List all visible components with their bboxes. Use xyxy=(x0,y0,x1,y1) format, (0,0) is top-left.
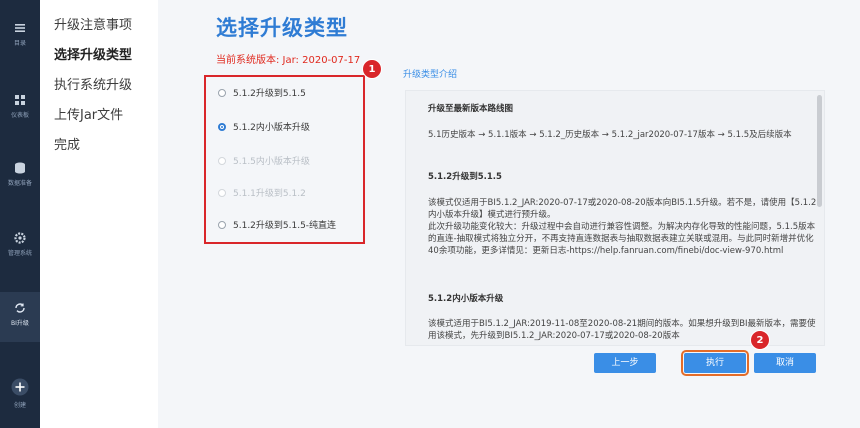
intro-heading: 升级至最新版本路线图 xyxy=(428,104,514,114)
radio-button[interactable] xyxy=(218,88,226,97)
step-notes[interactable]: 升级注意事项 xyxy=(54,14,132,33)
nav-item-dashboard[interactable]: 仪表板 xyxy=(0,92,40,132)
cancel-button[interactable]: 取消 xyxy=(754,353,816,373)
database-icon xyxy=(13,160,27,174)
plus-icon xyxy=(11,378,29,396)
option-515-minor: 5.1.5内小版本升级 xyxy=(218,154,310,167)
annotation-badge: 2 xyxy=(750,330,770,350)
nav-rail: 目录 仪表板 数据准备 管理系统 BI升级 创建 xyxy=(0,0,40,428)
previous-button[interactable]: 上一步 xyxy=(594,353,656,373)
nav-item-data-prep[interactable]: 数据准备 xyxy=(0,160,40,200)
execute-button[interactable]: 执行 xyxy=(681,350,749,376)
option-label: 5.1.2升级到5.1.5 xyxy=(233,89,306,99)
intro-heading: 5.1.2升级到5.1.5 xyxy=(428,172,502,182)
upgrade-type-options: 5.1.2升级到5.1.5 5.1.2内小版本升级 5.1.5内小版本升级 5.… xyxy=(204,75,365,244)
current-version: 当前系统版本: Jar: 2020-07-17 xyxy=(216,55,361,66)
dashboard-icon xyxy=(13,92,27,106)
nav-item-admin[interactable]: 管理系统 xyxy=(0,230,40,270)
radio-button[interactable] xyxy=(218,220,226,229)
nav-label: BI升级 xyxy=(11,320,29,327)
nav-item-bi-upgrade[interactable]: BI升级 xyxy=(0,292,40,342)
option-512-minor[interactable]: 5.1.2内小版本升级 xyxy=(218,120,310,133)
intro-heading: 5.1.2内小版本升级 xyxy=(428,294,504,304)
option-512-to-515[interactable]: 5.1.2升级到5.1.5 xyxy=(218,86,306,99)
page-title: 选择升级类型 xyxy=(216,16,348,40)
step-upload-jar[interactable]: 上传Jar文件 xyxy=(54,104,123,123)
intro-paragraph: 该模式仅适用于BI5.1.2_JAR:2020-07-17或2020-08-20… xyxy=(428,198,817,220)
annotation-badge: 1 xyxy=(362,59,382,79)
nav-item-create[interactable]: 创建 xyxy=(0,378,40,418)
step-done[interactable]: 完成 xyxy=(54,134,80,153)
step-select-type[interactable]: 选择升级类型 xyxy=(54,44,132,63)
nav-label: 数据准备 xyxy=(7,180,32,187)
nav-label: 目录 xyxy=(13,40,26,47)
app-window: 目录 仪表板 数据准备 管理系统 BI升级 创建 升级注意事项 选择升级类型 执… xyxy=(0,0,860,428)
upgrade-steps: 升级注意事项 选择升级类型 执行系统升级 上传Jar文件 完成 xyxy=(40,0,158,428)
upgrade-type-intro-link[interactable]: 升级类型介绍 xyxy=(403,67,457,80)
gear-icon xyxy=(13,230,27,244)
nav-label: 管理系统 xyxy=(7,250,32,257)
main-content: 选择升级类型 当前系统版本: Jar: 2020-07-17 升级类型介绍 5.… xyxy=(158,0,860,428)
menu-icon xyxy=(13,20,27,34)
nav-item-catalog[interactable]: 目录 xyxy=(0,20,40,60)
upgrade-icon xyxy=(13,300,27,314)
intro-paragraph: 此次升级功能变化较大：升级过程中会自动进行兼容性调整。为解决内存化导致的性能问题… xyxy=(428,222,816,256)
option-label: 5.1.2升级到5.1.5-纯直连 xyxy=(233,221,337,231)
radio-button[interactable] xyxy=(218,122,226,131)
radio-button xyxy=(218,156,226,165)
option-label: 5.1.2内小版本升级 xyxy=(233,123,310,133)
nav-label: 仪表板 xyxy=(10,112,29,119)
intro-paragraph: 5.1历史版本 → 5.1.1版本 → 5.1.2_历史版本 → 5.1.2_j… xyxy=(428,130,792,140)
radio-button xyxy=(218,188,226,197)
upgrade-intro-panel: 升级至最新版本路线图 5.1历史版本 → 5.1.1版本 → 5.1.2_历史版… xyxy=(405,90,825,346)
step-execute[interactable]: 执行系统升级 xyxy=(54,74,132,93)
option-512-to-515-direct[interactable]: 5.1.2升级到5.1.5-纯直连 xyxy=(218,218,336,231)
option-511-to-512: 5.1.1升级到5.1.2 xyxy=(218,186,306,199)
option-label: 5.1.1升级到5.1.2 xyxy=(233,189,306,199)
option-label: 5.1.5内小版本升级 xyxy=(233,157,310,167)
nav-label: 创建 xyxy=(13,402,26,409)
